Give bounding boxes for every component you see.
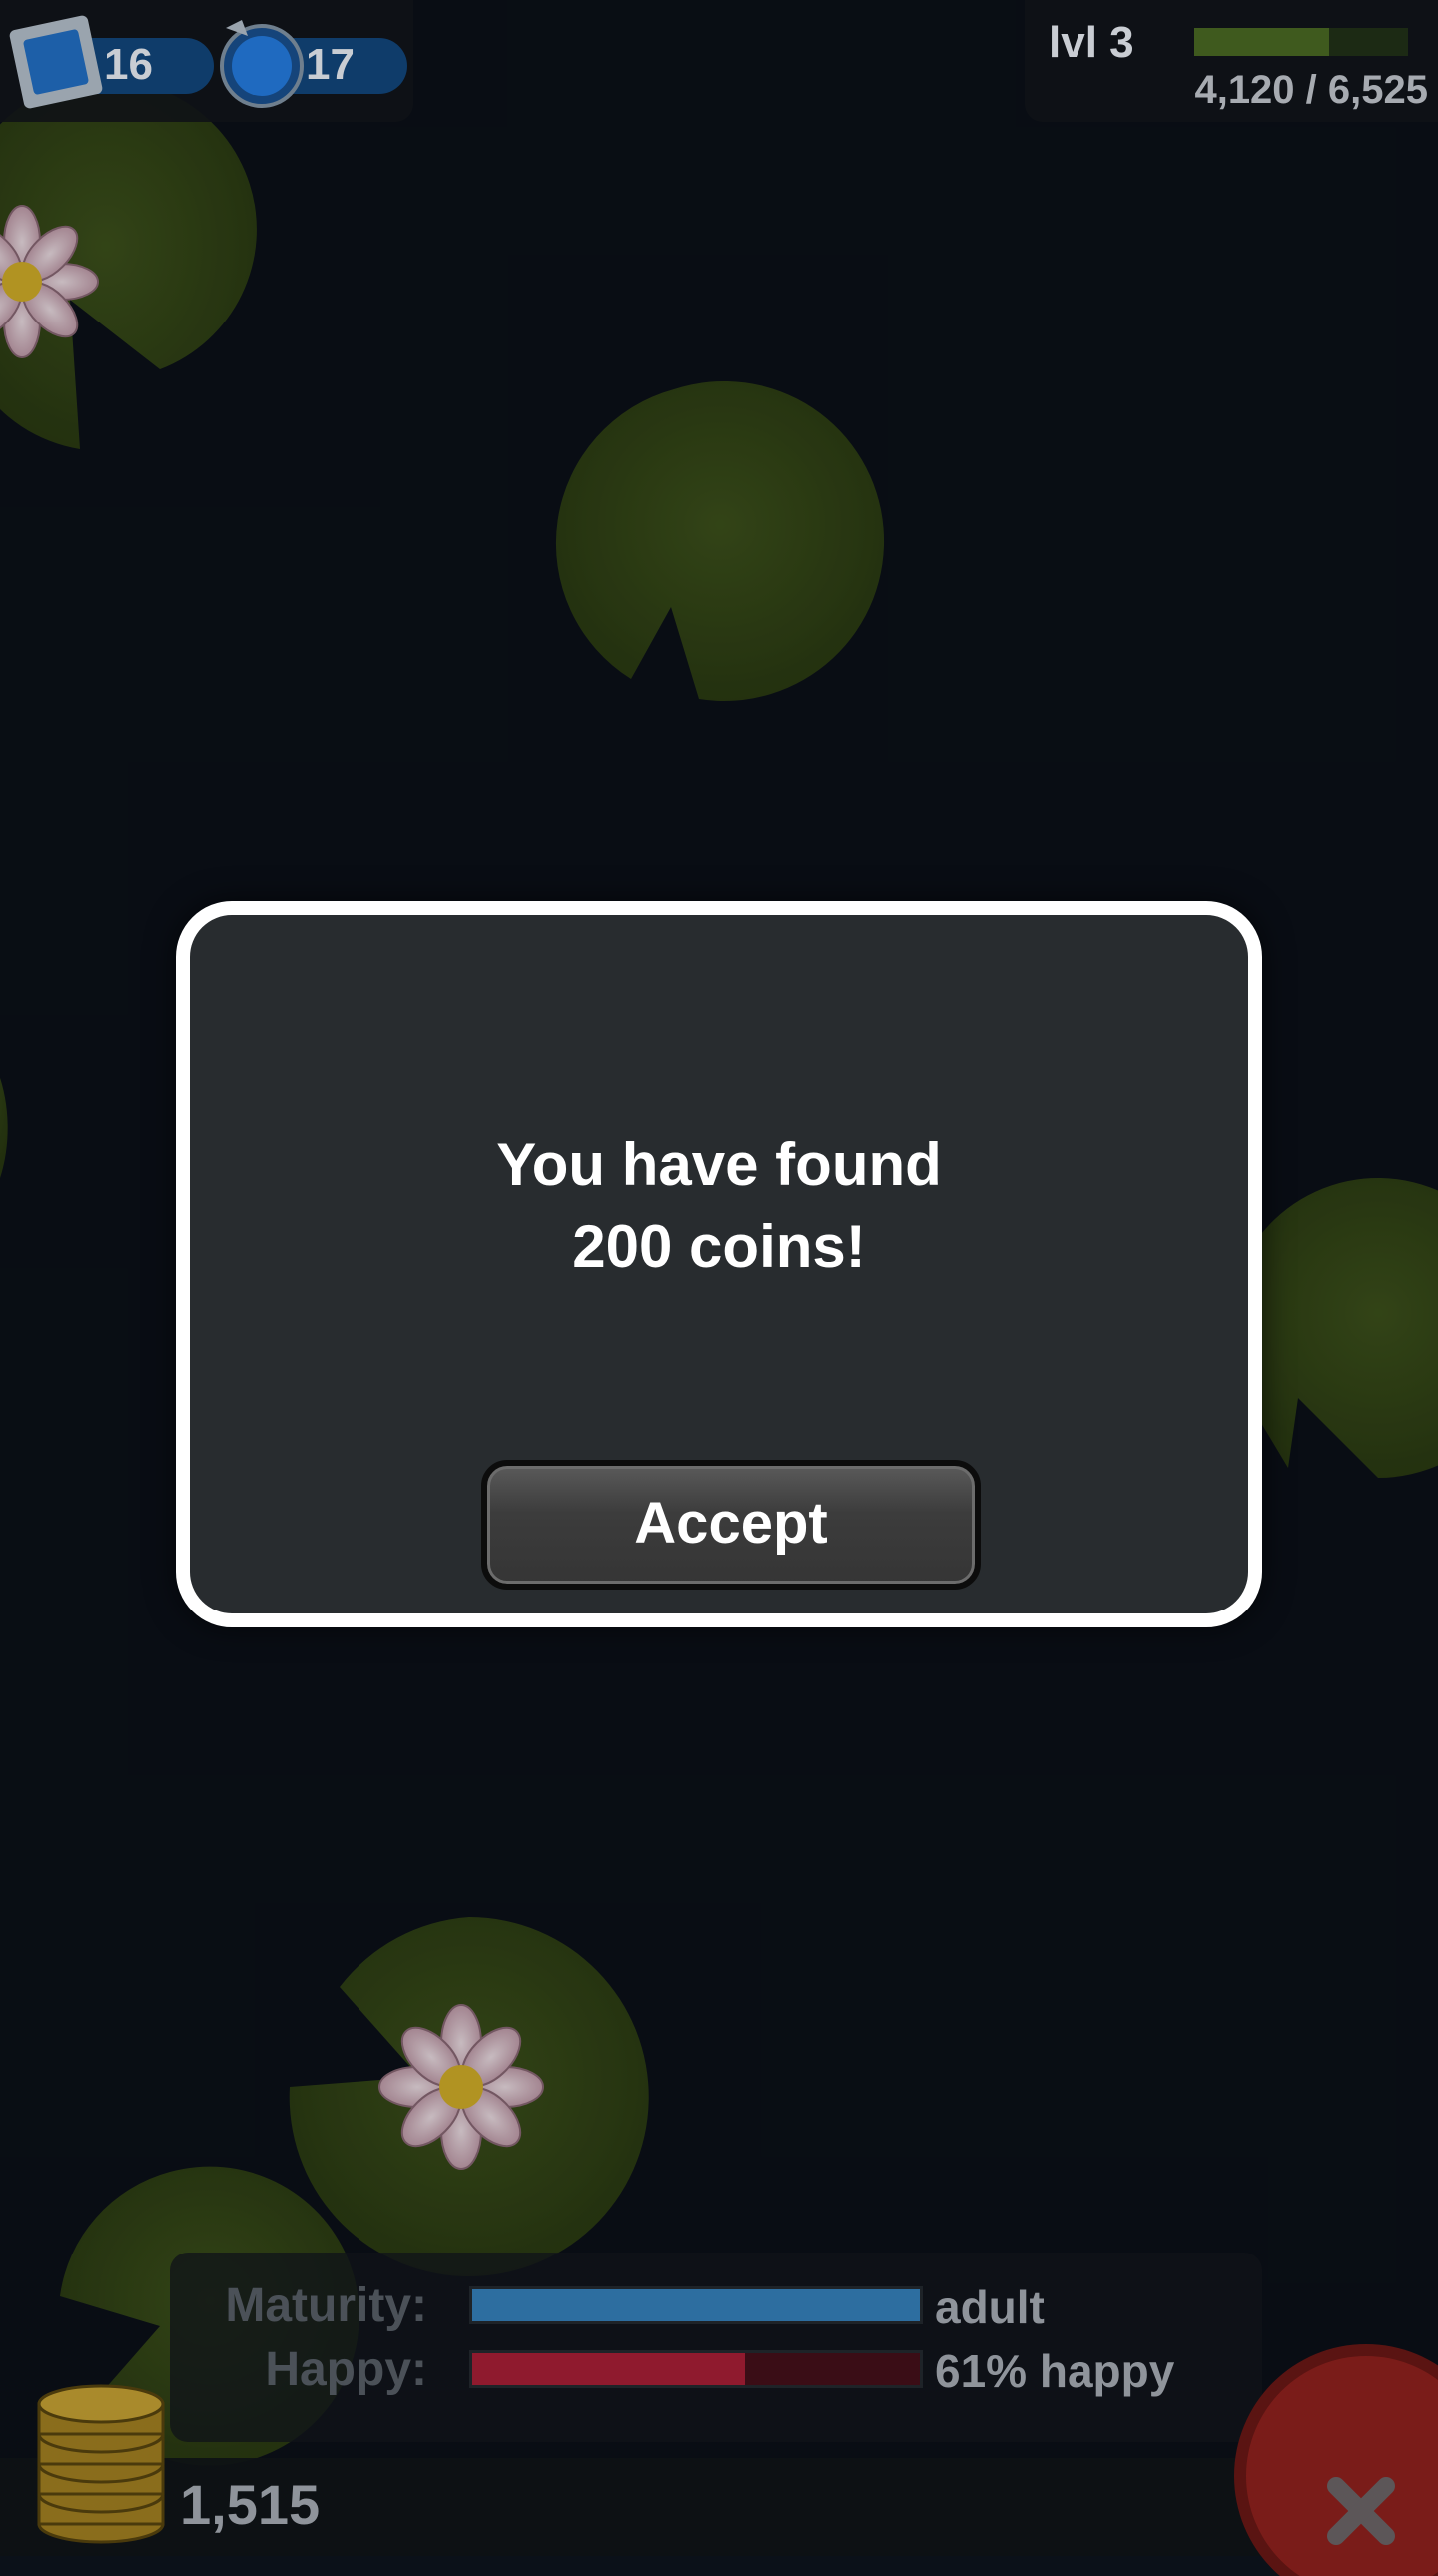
xp-progress-fill <box>1194 28 1329 56</box>
blue-gem-icon <box>220 20 304 108</box>
happy-label: Happy: <box>265 2343 427 2396</box>
happy-value: 61% happy <box>935 2345 1175 2397</box>
close-button[interactable] <box>1226 2336 1438 2576</box>
xp-value: 4,120 / 6,525 <box>1194 68 1428 112</box>
coin-stack-icon <box>37 2384 165 2544</box>
coins-amount: 1,515 <box>180 2473 321 2536</box>
maturity-value: adult <box>935 2281 1045 2333</box>
level-label: lvl 3 <box>1049 18 1134 67</box>
stamp-icon <box>9 15 103 109</box>
maturity-label: Maturity: <box>225 2279 427 2332</box>
xp-progress-bar <box>1194 28 1408 56</box>
stamps-count: 16 <box>104 40 153 89</box>
dialog-message: You have found 200 coins! <box>190 1124 1248 1288</box>
maturity-bar <box>469 2286 923 2324</box>
dialog-message-line1: You have found <box>496 1131 942 1198</box>
reward-dialog: You have found 200 coins! Accept <box>176 901 1262 1627</box>
gems-count: 17 <box>306 40 355 89</box>
happy-bar <box>469 2350 923 2388</box>
maturity-bar-fill <box>472 2289 920 2321</box>
dialog-message-line2: 200 coins! <box>572 1213 866 1280</box>
happy-bar-fill <box>472 2353 746 2385</box>
accept-button[interactable]: Accept <box>481 1460 981 1590</box>
